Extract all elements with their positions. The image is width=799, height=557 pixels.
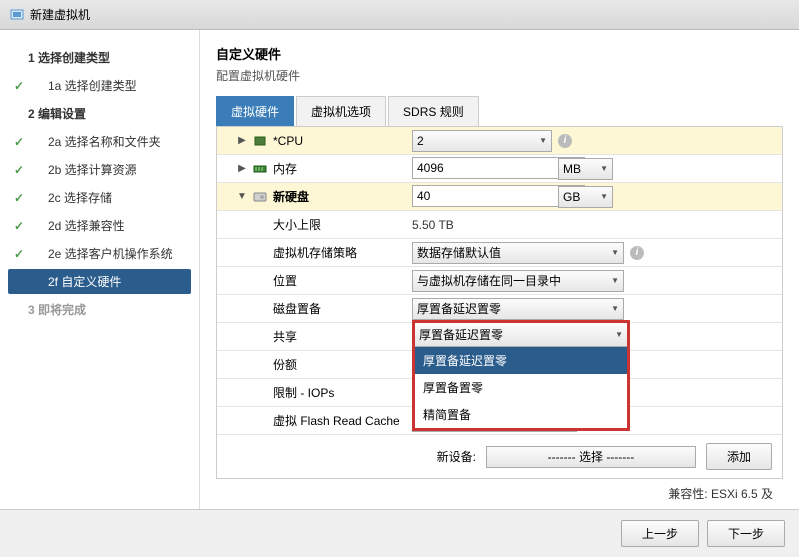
chevron-down-icon: ▼ <box>611 304 619 313</box>
next-button[interactable]: 下一步 <box>707 520 785 547</box>
chevron-down-icon: ▼ <box>611 276 619 285</box>
check-icon: ✓ <box>14 247 24 261</box>
provisioning-option-2[interactable]: 精简置备 <box>415 401 627 428</box>
back-button[interactable]: 上一步 <box>621 520 699 547</box>
provisioning-select[interactable]: 厚置备延迟置零▼ <box>412 298 624 320</box>
info-icon[interactable]: i <box>630 246 644 260</box>
check-icon: ✓ <box>14 219 24 233</box>
chevron-down-icon: ▼ <box>600 164 608 173</box>
new-device-label: 新设备: <box>437 448 476 465</box>
max-size-value: 5.50 TB <box>412 216 454 234</box>
disk-unit-select[interactable]: GB▼ <box>558 186 613 208</box>
row-memory: ▶ 内存 ▲▼ MB▼ <box>217 155 782 183</box>
chevron-down-icon: ▼ <box>615 330 623 339</box>
new-device-select[interactable]: ------- 选择 ------- <box>486 446 696 468</box>
cpu-icon <box>253 135 267 147</box>
step-1a[interactable]: ✓1a 选择创建类型 <box>8 73 191 98</box>
titlebar: 新建虚拟机 <box>0 0 799 30</box>
page-subtitle: 配置虚拟机硬件 <box>216 67 783 84</box>
check-icon: ✓ <box>14 135 24 149</box>
step-2c[interactable]: ✓2c 选择存储 <box>8 185 191 210</box>
step-2d[interactable]: ✓2d 选择兼容性 <box>8 213 191 238</box>
wizard-sidebar: 1 选择创建类型 ✓1a 选择创建类型 2 编辑设置 ✓2a 选择名称和文件夹 … <box>0 30 200 509</box>
check-icon: ✓ <box>14 163 24 177</box>
chevron-down-icon: ▼ <box>539 136 547 145</box>
tab-sdrs-rules[interactable]: SDRS 规则 <box>388 96 479 126</box>
provisioning-option-1[interactable]: 厚置备置零 <box>415 374 627 401</box>
row-cpu: ▶ *CPU 2▼ i <box>217 127 782 155</box>
page-title: 自定义硬件 <box>216 44 783 63</box>
step-2f[interactable]: 2f 自定义硬件 <box>8 269 191 294</box>
step-2e[interactable]: ✓2e 选择客户机操作系统 <box>8 241 191 266</box>
tab-bar: 虚拟硬件 虚拟机选项 SDRS 规则 <box>216 96 783 127</box>
check-icon: ✓ <box>14 79 24 93</box>
row-disk-provisioning: 磁盘置备 厚置备延迟置零▼ 厚置备延迟置零▼ 厚置备延迟置零 厚置备置零 精简置… <box>217 295 782 323</box>
provisioning-option-0[interactable]: 厚置备延迟置零 <box>415 347 627 374</box>
chevron-down-icon: ▼ <box>600 192 608 201</box>
chevron-down-icon: ▼ <box>611 248 619 257</box>
check-icon: ✓ <box>14 191 24 205</box>
vm-icon <box>10 8 24 22</box>
tab-vm-options[interactable]: 虚拟机选项 <box>296 96 386 126</box>
disk-size-input[interactable]: ▲▼ <box>412 185 552 208</box>
add-button[interactable]: 添加 <box>706 443 772 470</box>
disk-size-field[interactable] <box>412 185 577 207</box>
step-2b[interactable]: ✓2b 选择计算资源 <box>8 157 191 182</box>
provisioning-dropdown: 厚置备延迟置零▼ 厚置备延迟置零 厚置备置零 精简置备 <box>412 320 630 431</box>
expand-icon[interactable]: ▶ <box>237 135 247 146</box>
collapse-icon[interactable]: ▼ <box>237 191 247 202</box>
hardware-config: ▶ *CPU 2▼ i ▶ 内存 <box>216 127 783 479</box>
compatibility-text: 兼容性: ESXi 6.5 及 <box>216 479 783 502</box>
cpu-select[interactable]: 2▼ <box>412 130 552 152</box>
memory-field[interactable] <box>412 157 577 179</box>
window-title: 新建虚拟机 <box>30 6 90 23</box>
step-1[interactable]: 1 选择创建类型 <box>8 45 191 70</box>
tab-virtual-hardware[interactable]: 虚拟硬件 <box>216 96 294 126</box>
row-new-disk: ▼ 新硬盘 ▲▼ GB▼ <box>217 183 782 211</box>
expand-icon[interactable]: ▶ <box>237 163 247 174</box>
storage-policy-select[interactable]: 数据存储默认值▼ <box>412 242 624 264</box>
memory-input[interactable]: ▲▼ <box>412 157 552 180</box>
step-2a[interactable]: ✓2a 选择名称和文件夹 <box>8 129 191 154</box>
row-storage-policy: 虚拟机存储策略 数据存储默认值▼ i <box>217 239 782 267</box>
memory-icon <box>253 163 267 175</box>
footer: 上一步 下一步 <box>0 509 799 557</box>
info-icon[interactable]: i <box>558 134 572 148</box>
new-device-row: 新设备: ------- 选择 ------- 添加 <box>217 435 782 478</box>
step-3[interactable]: 3 即将完成 <box>8 297 191 322</box>
disk-icon <box>253 191 267 203</box>
memory-unit-select[interactable]: MB▼ <box>558 158 613 180</box>
row-max-size: 大小上限 5.50 TB <box>217 211 782 239</box>
provisioning-select-open[interactable]: 厚置备延迟置零▼ <box>415 323 627 347</box>
step-2[interactable]: 2 编辑设置 <box>8 101 191 126</box>
row-location: 位置 与虚拟机存储在同一目录中▼ <box>217 267 782 295</box>
location-select[interactable]: 与虚拟机存储在同一目录中▼ <box>412 270 624 292</box>
